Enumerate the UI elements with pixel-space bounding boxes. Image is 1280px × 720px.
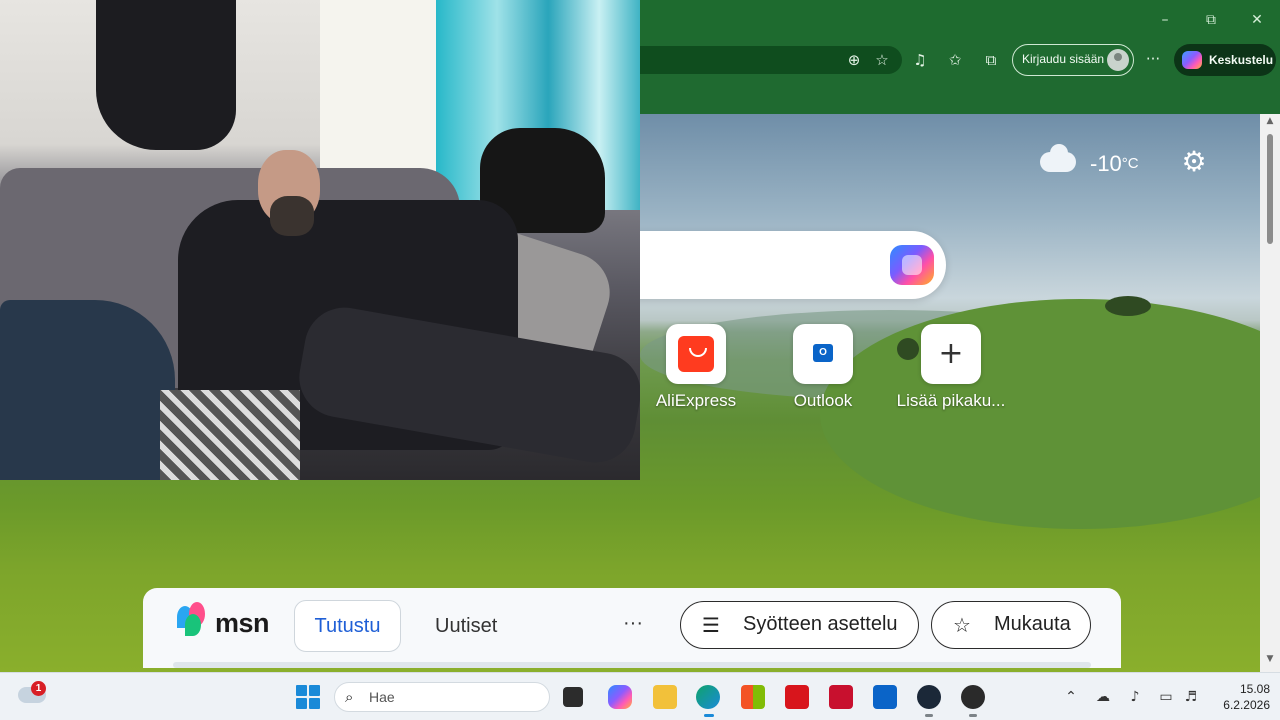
notification-badge: 1: [31, 681, 46, 696]
copilot-app-icon[interactable]: [608, 685, 632, 709]
minimize-button[interactable]: –: [1150, 8, 1180, 32]
page-settings-gear-icon[interactable]: ⚙: [1178, 146, 1210, 178]
system-clock[interactable]: 15.08 6.2.2026: [1210, 681, 1270, 713]
copilot-chat-button[interactable]: Keskustelu: [1174, 44, 1276, 76]
microphone-icon[interactable]: ♪: [1125, 687, 1145, 707]
network-icon[interactable]: ▭: [1156, 687, 1176, 707]
person-beard: [270, 196, 314, 236]
tree: [1105, 296, 1151, 316]
msn-brand[interactable]: msn: [215, 608, 270, 639]
quick-link-label[interactable]: Lisää pikaku...: [886, 391, 1016, 411]
settings-more-button[interactable]: ···: [1143, 49, 1163, 69]
quick-link-aliexpress[interactable]: [666, 324, 726, 384]
search-icon: ⌕: [345, 688, 354, 706]
search-box[interactable]: [590, 231, 946, 299]
scrollbar-thumb[interactable]: [1267, 134, 1273, 244]
clock-date: 6.2.2026: [1223, 698, 1270, 712]
active-app-indicator: [925, 714, 933, 717]
search-placeholder: Hae: [369, 689, 395, 705]
msn-logo-icon: [177, 602, 211, 636]
temperature: -10°C: [1090, 151, 1139, 176]
feed-layout-label: Syötteen asettelu: [743, 613, 898, 635]
sliders-icon: ☰: [702, 613, 720, 637]
plus-icon: +: [938, 336, 964, 371]
customize-button[interactable]: ☆ Mukauta: [931, 601, 1091, 649]
quick-link-label[interactable]: AliExpress: [646, 391, 746, 411]
aliexpress-icon: [678, 336, 714, 372]
hanging-clothes: [96, 0, 236, 150]
chat-label: Keskustelu: [1209, 53, 1274, 67]
task-view-icon[interactable]: [563, 687, 583, 707]
file-explorer-icon[interactable]: [653, 685, 677, 709]
close-button[interactable]: ✕: [1242, 8, 1272, 32]
restore-button[interactable]: ⧉: [1196, 8, 1226, 32]
quick-link-label[interactable]: Outlook: [773, 391, 873, 411]
copilot-icon[interactable]: [890, 245, 934, 285]
more-tabs-button[interactable]: ···: [621, 600, 645, 652]
taskbar: 1 ⌕ Hae ⌃ ☁ ♪ ▭ ♬ 15.08 6.2.2026: [0, 672, 1280, 720]
microsoft-store-icon[interactable]: [741, 685, 765, 709]
collections-icon[interactable]: ⧉: [981, 50, 1001, 70]
outlook-new-icon[interactable]: [873, 685, 897, 709]
room-window: [320, 0, 436, 180]
clock-time: 15.08: [1239, 682, 1270, 696]
blanket: [160, 390, 300, 480]
active-app-indicator: [969, 714, 977, 717]
tray-overflow-chevron-icon[interactable]: ⌃: [1061, 687, 1081, 707]
edge-browser-icon[interactable]: [696, 685, 720, 709]
zoom-icon[interactable]: ⊕: [844, 50, 864, 70]
tab-tutustu[interactable]: Tutustu: [294, 600, 401, 652]
onedrive-icon[interactable]: ☁: [1093, 687, 1113, 707]
steam-icon[interactable]: [917, 685, 941, 709]
taskbar-search[interactable]: ⌕ Hae: [334, 682, 550, 712]
favorites-icon[interactable]: ✩: [945, 50, 965, 70]
tab-uutiset[interactable]: Uutiset: [435, 600, 497, 652]
webcam-overlay: [0, 0, 640, 480]
outlook-icon: O: [813, 344, 833, 362]
msn-feed-header: msn Tutustu Uutiset ··· ☰ Syötteen asett…: [143, 588, 1121, 668]
read-aloud-icon[interactable]: ♫: [910, 50, 930, 70]
desktop: – ⧉ ✕ ⊕ ☆ ♫ ✩ ⧉ Kirjaudu sisään ··· Kesk…: [0, 0, 1280, 720]
jeans: [0, 300, 175, 480]
quick-link-outlook[interactable]: O: [793, 324, 853, 384]
obs-icon[interactable]: [961, 685, 985, 709]
tree: [897, 338, 919, 360]
favorite-star-icon[interactable]: ☆: [872, 50, 892, 70]
sparkle-star-icon: ☆: [953, 613, 971, 637]
profile-avatar-icon: [1107, 49, 1129, 71]
feed-layout-button[interactable]: ☰ Syötteen asettelu: [680, 601, 919, 649]
scroll-up-icon[interactable]: ▲: [1265, 116, 1275, 126]
add-quick-link-button[interactable]: +: [921, 324, 981, 384]
active-app-indicator: [704, 714, 714, 717]
volume-icon[interactable]: ♬: [1181, 687, 1201, 707]
lenovo-l-icon[interactable]: [785, 685, 809, 709]
page-scrollbar[interactable]: ▲ ▼: [1260, 114, 1280, 672]
feed-cards-edge: [173, 662, 1091, 668]
signin-label: Kirjaudu sisään: [1022, 52, 1105, 66]
mcafee-icon[interactable]: [829, 685, 853, 709]
signin-button[interactable]: Kirjaudu sisään: [1012, 44, 1134, 76]
customize-label: Mukauta: [994, 613, 1071, 635]
windows-start-icon[interactable]: [296, 685, 320, 709]
address-bar[interactable]: ⊕ ☆: [600, 46, 902, 74]
scroll-down-icon[interactable]: ▼: [1265, 654, 1275, 664]
copilot-icon: [1182, 51, 1202, 69]
cloud-icon: [1040, 144, 1076, 172]
